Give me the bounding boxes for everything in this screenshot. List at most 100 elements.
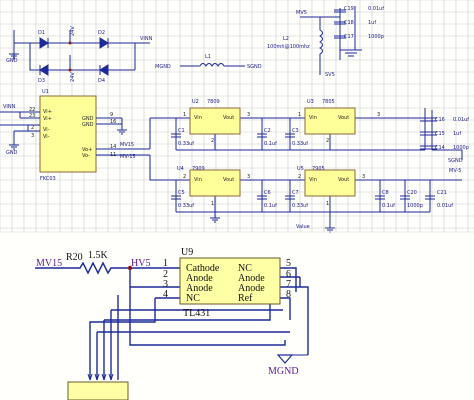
u4-7909-body [189,169,241,197]
l1-inductor: MGND L1 SGND [155,54,262,70]
u2-pin-1: 1 [183,112,186,118]
u4-vin: Vin [194,177,202,183]
u2-pin-2: 2 [211,138,214,144]
label-u1: U1 [42,89,49,95]
label-l1: L1 [205,54,211,60]
diode-d2 [99,37,109,49]
u1-pin-16: 16 [110,119,116,125]
u3-7805-body [304,107,356,135]
label-u2: U2 [192,99,199,105]
label-c2-value: 0.1uf [264,141,277,147]
label-c15-value: 1uf [453,131,461,137]
label-c18: C18 [344,20,354,26]
label-c21-value: 0.01uf [437,203,453,209]
u1-pinname-16: GND [82,122,94,128]
label-c17-value: 1000p [368,34,384,40]
label-u5-part: 7905 [312,166,325,172]
u5-pin-2: 2 [298,174,301,180]
label-u2-part: 7809 [207,99,220,105]
tl431-circuit: MV15 R20 1.5K HV5 U9 TL431 1 2 3 4 Catho… [35,247,309,400]
label-c19-value: 0.01uf [368,6,384,12]
u1-pinname-2: Vi- [43,127,50,133]
bridge-rectifier: D1 D2 D3 D4 24V 24V VINN GND [6,26,153,84]
label-sgnd-right: SGND [448,158,463,164]
label-c7-value: 0.33uf [292,203,308,209]
u9-pinname-nc-4: NC [186,293,200,304]
label-c2: C2 [264,128,271,134]
label-d1: D1 [38,30,45,36]
u3-vin: Vin [309,115,317,121]
u1-pinname-3: Vi- [43,134,50,140]
label-c14: C14 [435,145,445,151]
label-d4: D4 [98,78,105,84]
label-c18-value: 1uf [368,20,376,26]
label-vinn-u1: VINN [3,104,16,110]
u9-pin-4: 4 [163,289,168,300]
u3-pin-3: 3 [377,112,380,118]
label-c1-value: 0.33uf [178,141,194,147]
label-u3: U3 [307,99,314,105]
label-c20-value: 1000p [407,203,423,209]
label-sv5: SV5 [325,72,335,78]
label-c6-value: 0.1uf [264,203,277,209]
label-mv-15-u1: MV-15 [120,154,136,160]
label-gnd-u1: GND [6,150,18,156]
u1-pin-14: 14 [110,144,116,150]
label-tl431: TL431 [183,308,210,319]
u3-pin-1: 1 [298,112,301,118]
label-c7: C7 [292,190,299,196]
label-mv15-u1: MV15 [120,142,134,148]
label-l2-value: 100mh@100mhz [267,44,310,50]
label-u9: U9 [181,247,193,258]
u4-vout: Vout [223,177,234,183]
label-c15: C15 [435,131,445,137]
label-r20: R20 [66,252,83,263]
l2-filter: MV5 L2 100mh@100mhz SV5 C19 C18 C17 0.01… [267,6,384,78]
label-u5: U5 [297,166,304,172]
u9-pin-1: 1 [163,258,168,269]
label-mv15-bottom: MV15 [36,258,62,269]
u2-vin: Vin [194,115,202,121]
output-caps-right: C16 C15 C14 0.01uf 1uf 1000p SGND MV-5 [420,108,469,174]
label-u4: U4 [177,166,184,172]
diode-d1 [39,37,49,49]
label-vinn-top: VINN [140,36,153,42]
label-c1: C1 [178,128,185,134]
label-d2: D2 [98,30,105,36]
regulator-row-negative: U4 7909 U5 7905 Vin Vout Vin Vout 2 3 2 … [149,155,462,233]
label-mv5: MV5 [296,10,307,16]
label-sgnd-l1: SGND [247,64,262,70]
u2-vout: Vout [223,115,234,121]
label-c5-value: 0.33uf [178,203,194,209]
label-c14-value: 1000p [453,145,469,151]
label-r20-value: 1.5K [88,250,109,261]
u4-pin-1: 1 [211,201,214,207]
label-c8-value: 0.1uf [382,203,395,209]
label-c20: C20 [407,190,417,196]
label-c16: C16 [435,117,445,123]
label-mv-5: MV-5 [449,168,461,174]
label-value: Value [296,224,310,230]
label-c6: C6 [264,190,271,196]
u4-pin-3: 3 [247,174,250,180]
u1-pin-3: 3 [31,133,34,139]
u3-vout: Vout [338,115,349,121]
label-u1-part: FKC03 [40,176,56,182]
u1-pinname-11: Vo- [82,153,90,159]
u5-vin: Vin [309,177,317,183]
label-mgnd-bottom: MGND [268,366,299,377]
connector-body [67,381,129,400]
label-u4-part: 7909 [192,166,205,172]
u5-vout: Vout [338,177,349,183]
diode-d3 [39,64,49,76]
label-l2: L2 [283,36,289,42]
u5-pin-3: 3 [362,174,365,180]
label-c21: C21 [437,190,447,196]
label-c5: C5 [178,190,185,196]
u1-pinname-22: Vi+ [43,109,52,115]
label-c3-value: 0.33uf [292,141,308,147]
label-c8: C8 [382,190,389,196]
u1-pin-9: 9 [110,112,113,118]
u4-pin-2: 2 [183,174,186,180]
u1-pinname-23: Vi+ [43,116,52,122]
